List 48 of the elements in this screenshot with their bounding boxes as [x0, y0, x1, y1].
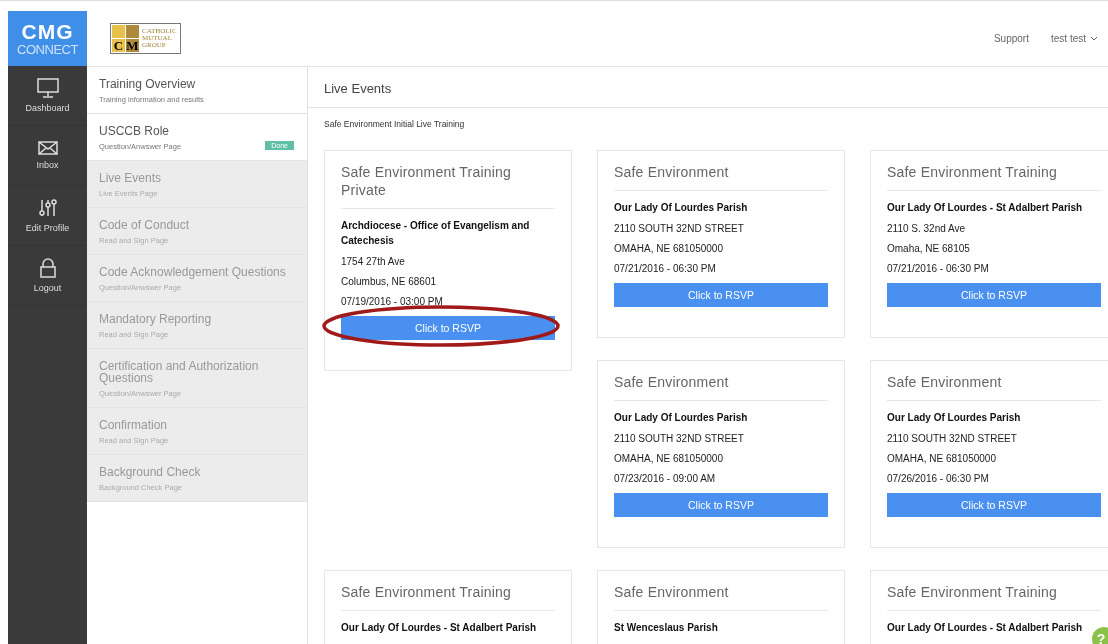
event-detail: 07/21/2016 - 06:30 PM: [614, 262, 717, 276]
event-title: Safe Environment: [614, 373, 828, 401]
event-detail: 2110 S. 32nd Ave: [887, 222, 967, 236]
event-title: Safe Environment: [614, 163, 828, 191]
organization-name: Our Lady Of Lourdes - St Adalbert Parish: [341, 621, 538, 635]
page-subtitle: Safe Environment Initial Live Training: [324, 119, 466, 129]
event-detail: 2110 SOUTH 32ND STREET: [614, 222, 745, 236]
event-title: Safe Environment Training: [341, 583, 555, 611]
organization-name: Our Lady Of Lourdes Parish: [887, 411, 1022, 425]
event-title: Safe Environment Training: [887, 163, 1101, 191]
event-detail: 07/19/2016 - 03:00 PM: [341, 295, 444, 309]
event-title: Safe Environment: [614, 583, 828, 611]
event-detail: 07/23/2016 - 09:00 AM: [614, 472, 717, 486]
page-title: Live Events: [308, 67, 1108, 108]
support-link[interactable]: Support: [993, 33, 1029, 44]
rsvp-button[interactable]: Click to RSVP: [614, 283, 828, 307]
event-detail: OMAHA, NE 681050000: [887, 452, 997, 466]
organization-name: Our Lady Of Lourdes - St Adalbert Parish: [887, 201, 1084, 215]
sliders-icon: [38, 198, 57, 218]
monitor-icon: [36, 78, 59, 98]
organization-name: Our Lady Of Lourdes Parish: [614, 201, 749, 215]
rsvp-button[interactable]: Click to RSVP: [887, 283, 1101, 307]
event-detail: 2110 SOUTH 32ND STREET: [887, 432, 1018, 446]
event-detail: 07/21/2016 - 06:30 PM: [887, 262, 990, 276]
lock-icon: [39, 258, 56, 278]
brand-title: CMG: [21, 20, 74, 43]
event-detail: OMAHA, NE 681050000: [614, 242, 724, 256]
organization-name: Our Lady Of Lourdes Parish: [614, 411, 749, 425]
envelope-icon: [37, 141, 58, 155]
event-detail: OMAHA, NE 681050000: [614, 452, 724, 466]
event-title: Safe Environment: [887, 373, 1101, 401]
user-menu[interactable]: test test: [1051, 33, 1098, 44]
caret-icon: [1090, 36, 1098, 41]
rsvp-button[interactable]: Click to RSVP: [341, 316, 555, 340]
event-detail: Omaha, NE 68105: [887, 242, 971, 256]
event-detail: 2110 SOUTH 32ND STREET: [614, 432, 745, 446]
rsvp-button[interactable]: Click to RSVP: [887, 493, 1101, 517]
event-detail: Columbus, NE 68601: [341, 275, 438, 289]
event-detail: 1754 27th Ave: [341, 255, 406, 269]
brand-logo[interactable]: CMG CONNECT: [8, 11, 87, 66]
brand-subtitle: CONNECT: [17, 42, 78, 57]
rsvp-button[interactable]: Click to RSVP: [614, 493, 828, 517]
organization-name: St Wenceslaus Parish: [614, 621, 719, 635]
event-title: Safe Environment Training: [887, 583, 1101, 611]
event-title: Safe Environment Training Private: [341, 163, 555, 209]
event-detail: 07/26/2016 - 06:30 PM: [887, 472, 990, 486]
organization-name: Our Lady Of Lourdes - St Adalbert Parish: [887, 621, 1084, 635]
organization-name: Archdiocese - Office of Evangelism and Catechesis: [341, 219, 531, 248]
